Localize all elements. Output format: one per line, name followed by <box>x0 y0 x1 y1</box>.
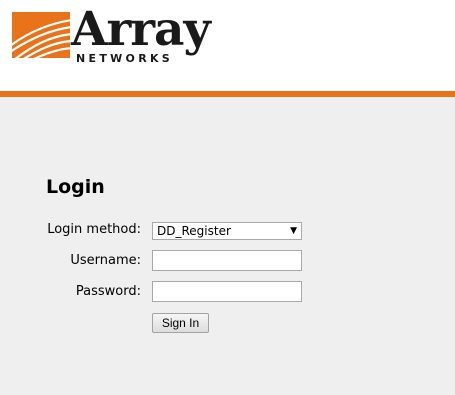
password-label: Password: <box>75 284 141 299</box>
header-accent-rule <box>0 91 455 97</box>
array-networks-logo-icon <box>12 12 70 58</box>
sign-in-button[interactable]: Sign In <box>152 313 209 333</box>
username-label: Username: <box>70 253 141 268</box>
brand-name: Array <box>71 2 211 57</box>
page-header: Array NETWORKS <box>0 0 455 91</box>
login-method-select[interactable]: DD_Register ▼ <box>152 222 302 240</box>
brand-subtitle: NETWORKS <box>76 52 174 65</box>
username-field[interactable] <box>152 250 302 271</box>
password-field[interactable] <box>152 281 302 302</box>
dropdown-arrow-icon: ▼ <box>290 226 297 236</box>
login-method-label: Login method: <box>47 222 141 237</box>
login-method-value: DD_Register <box>157 224 231 238</box>
page-title: Login <box>46 176 105 198</box>
